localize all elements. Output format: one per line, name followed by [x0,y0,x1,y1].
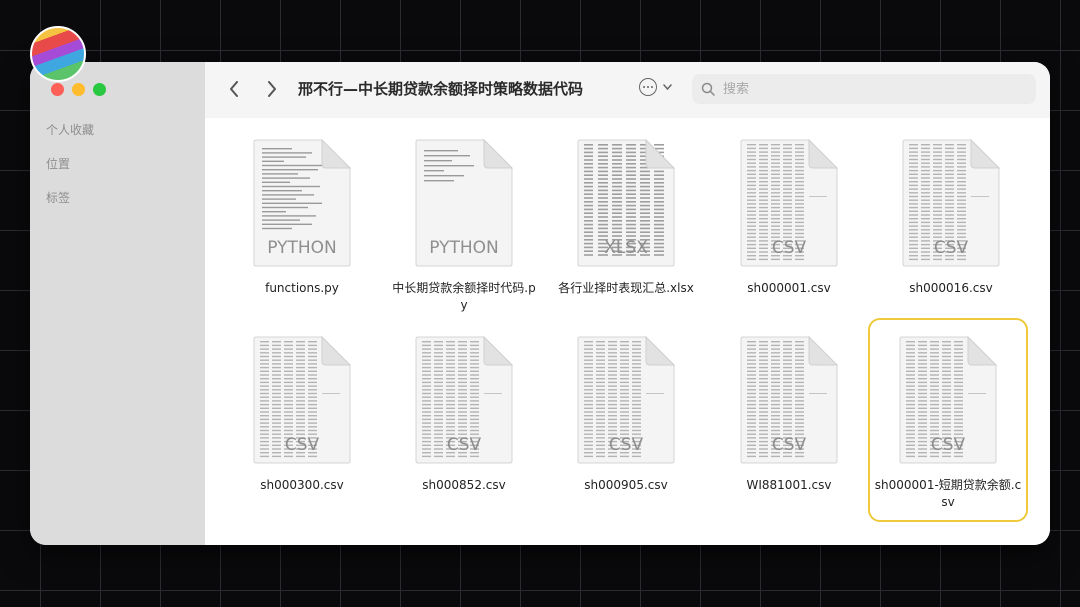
back-button[interactable] [222,77,246,101]
window-controls [51,83,106,96]
file-name: functions.py [265,281,339,295]
document-icon: CSV [740,138,839,267]
svg-text:CSV: CSV [285,435,320,455]
ellipsis-icon [639,78,657,96]
file-name: sh000001.csv [747,281,831,295]
file-item[interactable]: CSV sh000001.csv [709,138,869,297]
svg-text:PYTHON: PYTHON [267,238,337,258]
file-name: 中长期贷款余额择时代码.py [392,281,536,312]
document-icon: XLSX [577,138,676,267]
svg-text:CSV: CSV [609,435,644,455]
close-window-button[interactable] [51,83,64,96]
sidebar-section-locations[interactable]: 位置 [46,155,70,172]
chevron-right-icon [268,81,276,97]
document-icon: CSV [740,335,839,464]
chevron-down-icon [663,84,672,90]
minimize-window-button[interactable] [72,83,85,96]
file-name: sh000852.csv [422,478,506,492]
file-item[interactable]: CSV sh000300.csv [222,335,382,494]
document-icon: CSV [577,335,676,464]
document-icon: CSV [415,335,514,464]
forward-button[interactable] [260,77,284,101]
svg-text:CSV: CSV [447,435,482,455]
search-field[interactable] [692,74,1036,104]
sidebar: 个人收藏 位置 标签 [30,62,206,545]
file-grid: PYTHON functions.py PYTHON 中长期贷款余额择时代码.p… [205,118,1050,545]
file-item[interactable]: CSV sh000001-短期贷款余额.csv [868,318,1028,522]
document-icon: CSV [899,335,998,464]
svg-text:PYTHON: PYTHON [429,238,499,258]
file-item[interactable]: PYTHON 中长期贷款余额择时代码.py [384,138,544,314]
chevron-left-icon [230,81,238,97]
file-name: sh000300.csv [260,478,344,492]
file-item[interactable]: PYTHON functions.py [222,138,382,297]
svg-text:CSV: CSV [934,238,969,258]
document-icon: PYTHON [415,138,514,267]
svg-text:XLSX: XLSX [604,238,648,258]
file-name: WI881001.csv [746,478,832,492]
more-actions-button[interactable] [639,78,672,96]
search-icon [701,82,715,96]
file-item[interactable]: XLSX 各行业择时表现汇总.xlsx [546,138,706,297]
document-icon: PYTHON [253,138,352,267]
window-title: 邢不行—中长期贷款余额择时策略数据代码 [298,80,584,98]
toolbar: 邢不行—中长期贷款余额择时策略数据代码 [205,62,1050,119]
file-item[interactable]: CSV sh000905.csv [546,335,706,494]
svg-text:CSV: CSV [772,238,807,258]
file-name: sh000001-短期贷款余额.csv [874,478,1022,509]
finder-window: 个人收藏 位置 标签 邢不行—中长期贷款余额择时策略数据代码 搜索 PYTHON… [30,62,1050,545]
file-item[interactable]: CSV sh000852.csv [384,335,544,494]
document-icon: CSV [253,335,352,464]
file-name: sh000905.csv [584,478,668,492]
svg-text:CSV: CSV [772,435,807,455]
svg-text:CSV: CSV [931,435,966,455]
sidebar-section-tags[interactable]: 标签 [46,189,70,206]
zoom-window-button[interactable] [93,83,106,96]
brand-logo [30,26,86,82]
sidebar-section-favorites[interactable]: 个人收藏 [46,121,94,138]
document-icon: CSV [902,138,1001,267]
file-item[interactable]: CSV WI881001.csv [709,335,869,494]
file-item[interactable]: CSV sh000016.csv [871,138,1031,297]
file-name: sh000016.csv [909,281,993,295]
file-name: 各行业择时表现汇总.xlsx [558,281,694,295]
search-input[interactable] [721,80,1005,98]
